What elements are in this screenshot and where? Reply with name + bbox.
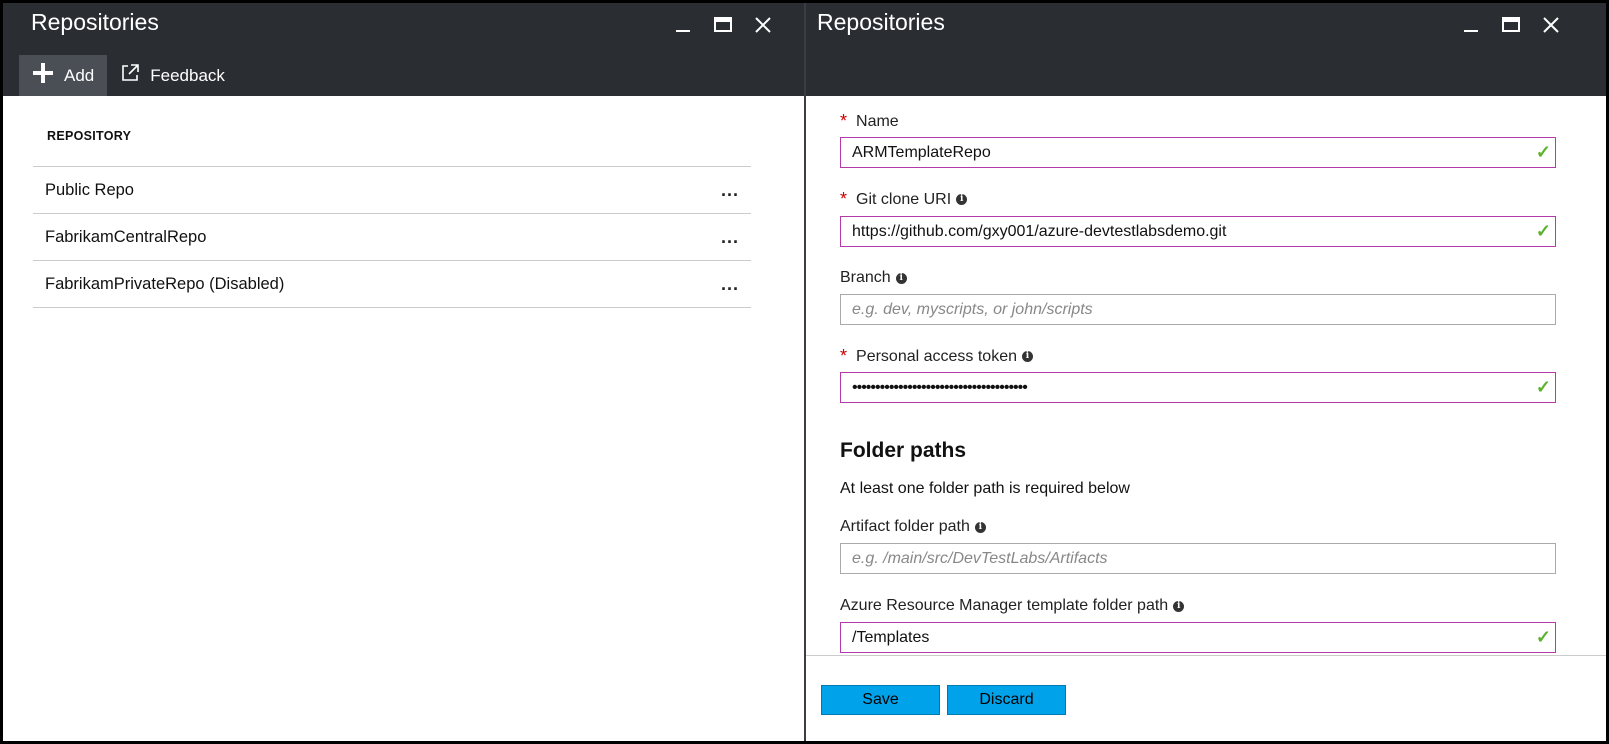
- blade-header: Repositories: [806, 3, 1606, 96]
- plus-icon: [32, 62, 54, 89]
- list-item[interactable]: FabrikamPrivateRepo (Disabled) ...: [33, 261, 751, 308]
- required-marker: *: [840, 346, 848, 366]
- blade-title: Repositories: [31, 9, 159, 35]
- add-label: Add: [64, 65, 95, 85]
- more-options-icon[interactable]: ...: [721, 180, 739, 201]
- info-icon[interactable]: i: [956, 194, 968, 205]
- add-button[interactable]: Add: [19, 55, 108, 96]
- git-clone-uri-field[interactable]: https://github.com/gxy001/azure-devtestl…: [840, 216, 1556, 247]
- repo-name: FabrikamCentralRepo: [45, 227, 207, 246]
- check-icon: ✓: [1535, 377, 1551, 397]
- folder-paths-heading: Folder paths: [840, 439, 967, 462]
- branch-field[interactable]: e.g. dev, myscripts, or john/scripts: [840, 294, 1556, 325]
- arm-template-folder-path-label: Azure Resource Manager template folder p…: [840, 597, 1185, 615]
- footer-divider: [806, 655, 1606, 656]
- list-item[interactable]: FabrikamCentralRepo ...: [33, 214, 751, 261]
- arm-template-folder-path-field[interactable]: /Templates ✓: [840, 622, 1556, 653]
- close-icon[interactable]: [743, 12, 783, 38]
- window-controls: [1451, 12, 1571, 38]
- discard-button[interactable]: Discard: [947, 685, 1066, 715]
- info-icon[interactable]: i: [1022, 351, 1033, 362]
- window-controls: [663, 12, 783, 38]
- required-marker: *: [840, 111, 848, 131]
- check-icon: ✓: [1535, 627, 1551, 647]
- info-icon[interactable]: i: [1173, 600, 1185, 612]
- repositories-list-blade: Repositories Add Feedback REPOSITORY Pub…: [3, 3, 804, 741]
- window-frame: Repositories Add Feedback REPOSITORY Pub…: [0, 0, 1609, 744]
- artifact-folder-path-label: Artifact folder path i: [840, 518, 986, 536]
- feedback-button[interactable]: Feedback: [107, 55, 238, 96]
- repo-name: FabrikamPrivateRepo (Disabled): [45, 274, 285, 293]
- add-repository-blade: Repositories * Name ARMTemplateRepo ✓ * …: [806, 3, 1606, 741]
- required-marker: *: [840, 189, 848, 209]
- personal-access-token-field[interactable]: •••••••••••••••••••••••••••••••••••••• ✓: [840, 372, 1556, 403]
- artifact-folder-path-field[interactable]: e.g. /main/src/DevTestLabs/Artifacts: [840, 543, 1556, 574]
- blade-title: Repositories: [817, 9, 945, 35]
- personal-access-token-label: * Personal access token i: [840, 346, 1033, 367]
- minimize-icon[interactable]: [663, 12, 703, 38]
- info-icon[interactable]: i: [974, 521, 986, 533]
- minimize-icon[interactable]: [1451, 12, 1491, 38]
- info-icon[interactable]: i: [895, 272, 907, 284]
- close-icon[interactable]: [1531, 12, 1571, 38]
- more-options-icon[interactable]: ...: [721, 227, 739, 248]
- check-icon: ✓: [1535, 221, 1551, 241]
- external-link-icon: [120, 63, 140, 88]
- name-label: * Name: [840, 111, 899, 131]
- repo-name: Public Repo: [45, 180, 134, 199]
- branch-label: Branch i: [840, 269, 907, 287]
- list-item[interactable]: Public Repo ...: [33, 167, 751, 214]
- check-icon: ✓: [1535, 142, 1551, 162]
- feedback-label: Feedback: [150, 65, 225, 85]
- repository-list: Public Repo ... FabrikamCentralRepo ... …: [33, 166, 751, 308]
- blade-header: Repositories Add Feedback: [3, 3, 804, 96]
- name-field[interactable]: ARMTemplateRepo ✓: [840, 137, 1556, 168]
- save-button[interactable]: Save: [821, 685, 940, 715]
- git-clone-uri-label: * Git clone URI i: [840, 189, 968, 210]
- command-bar: Add Feedback: [19, 55, 238, 96]
- more-options-icon[interactable]: ...: [721, 274, 739, 295]
- maximize-icon[interactable]: [1491, 12, 1531, 38]
- folder-paths-note: At least one folder path is required bel…: [840, 480, 1130, 497]
- repository-column-header: REPOSITORY: [47, 129, 132, 143]
- maximize-icon[interactable]: [703, 12, 743, 38]
